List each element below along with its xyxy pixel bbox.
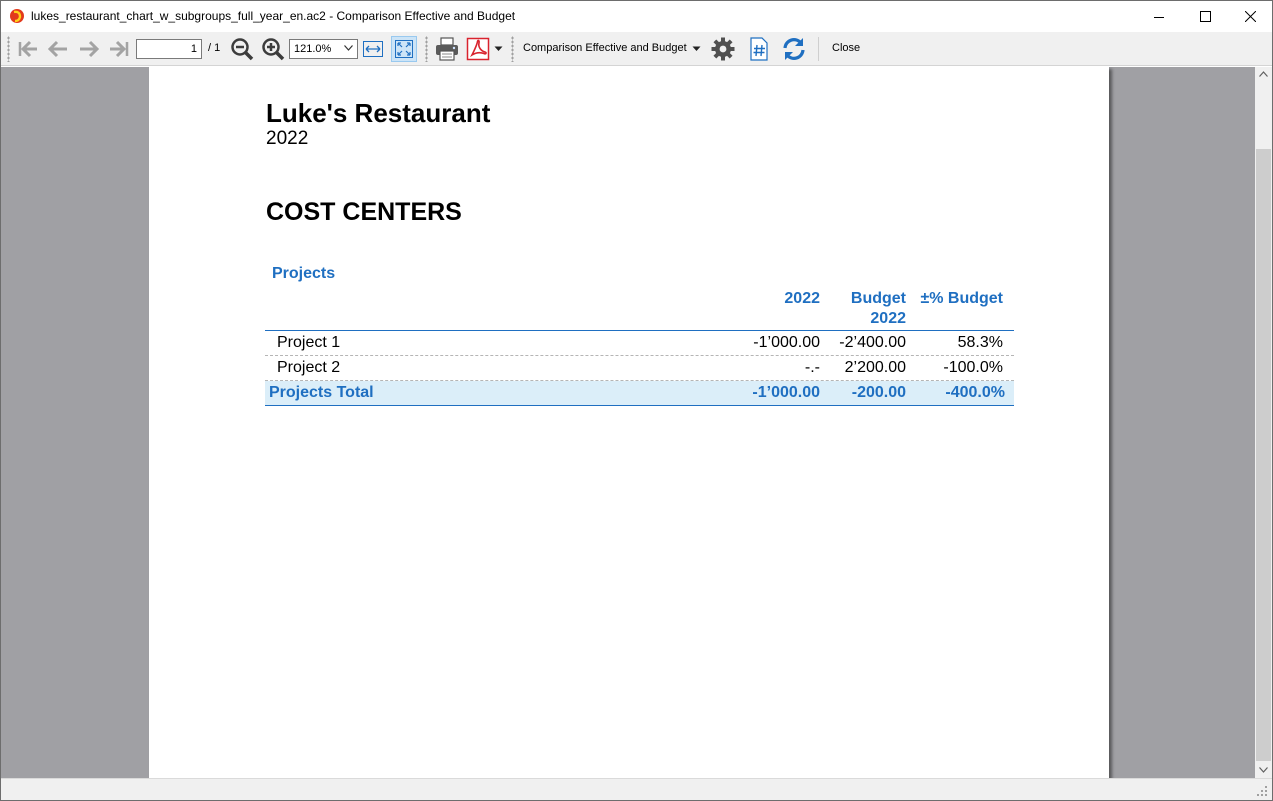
close-icon <box>1244 11 1256 22</box>
report-preview-window: lukes_restaurant_chart_w_subgroups_full_… <box>0 0 1273 801</box>
section-title: COST CENTERS <box>266 198 462 226</box>
total-row: Projects Total -1’000.00 -200.00 -400.0% <box>265 381 1014 406</box>
page-total-label: / 1 <box>208 42 221 54</box>
vertical-scrollbar[interactable] <box>1255 67 1272 778</box>
banana-logo-icon <box>10 9 24 23</box>
fit-width-button[interactable] <box>361 37 385 61</box>
total-value-pct: -400.0% <box>945 384 1005 401</box>
report-type-dropdown-arrow[interactable] <box>691 44 701 54</box>
fit-page-button[interactable] <box>391 36 417 62</box>
next-page-button[interactable] <box>76 36 102 62</box>
zoom-out-button[interactable] <box>229 36 255 62</box>
table-row: Project 2 -.- 2’200.00 -100.0% <box>265 356 1014 381</box>
close-window-button[interactable] <box>1227 1 1273 32</box>
zoom-level-value: 121.0% <box>294 43 332 55</box>
caret-down-icon <box>692 46 700 51</box>
print-button[interactable] <box>433 36 461 62</box>
group-title: Projects <box>272 265 336 282</box>
status-bar <box>1 778 1272 800</box>
column-header-2022: 2022 <box>784 290 820 307</box>
last-page-button[interactable] <box>106 36 132 62</box>
row-value-pct: 58.3% <box>957 334 1003 351</box>
toolbar-separator <box>818 37 819 61</box>
export-pdf-button[interactable] <box>465 36 491 62</box>
maximize-button[interactable] <box>1182 1 1228 32</box>
zoom-out-icon <box>231 38 254 61</box>
page-numbering-button[interactable] <box>746 36 772 62</box>
minimize-icon <box>1154 16 1164 18</box>
arrow-right-icon <box>80 40 100 58</box>
total-value-2022: -1’000.00 <box>752 384 820 401</box>
scroll-up-icon[interactable] <box>1259 71 1268 77</box>
minimize-button[interactable] <box>1136 1 1182 32</box>
maximize-icon <box>1199 11 1211 22</box>
report-type-dropdown[interactable]: Comparison Effective and Budget <box>523 42 687 54</box>
report-page: Luke's Restaurant 2022 COST CENTERS Proj… <box>149 67 1109 778</box>
page-number-input[interactable]: 1 <box>136 39 202 59</box>
row-value-pct: -100.0% <box>943 359 1003 376</box>
previous-page-button[interactable] <box>45 36 71 62</box>
settings-button[interactable] <box>709 36 737 62</box>
refresh-icon <box>783 38 805 60</box>
toolbar-grip[interactable] <box>425 36 428 62</box>
printer-icon <box>436 37 458 61</box>
row-value-budget: 2’200.00 <box>844 359 906 376</box>
table-row: Project 1 -1’000.00 -2’400.00 58.3% <box>265 331 1014 356</box>
title-bar: lukes_restaurant_chart_w_subgroups_full_… <box>1 1 1272 32</box>
report-year: 2022 <box>266 128 309 149</box>
print-preview-area[interactable]: Luke's Restaurant 2022 COST CENTERS Proj… <box>1 67 1255 778</box>
export-dropdown-button[interactable] <box>493 44 503 54</box>
page-number-icon <box>750 37 768 61</box>
fit-width-icon <box>363 41 383 57</box>
scroll-down-icon[interactable] <box>1259 767 1268 773</box>
first-page-button[interactable] <box>15 36 41 62</box>
row-value-2022: -.- <box>804 359 820 376</box>
toolbar-grip[interactable] <box>7 36 10 62</box>
toolbar-grip[interactable] <box>511 36 514 62</box>
row-value-2022: -1’000.00 <box>753 334 820 351</box>
toolbar: 1 / 1 121.0% Comparison Effective and Bu… <box>1 32 1272 66</box>
chevron-down-icon <box>344 45 353 51</box>
scrollbar-thumb[interactable] <box>1256 149 1271 761</box>
zoom-level-select[interactable]: 121.0% <box>289 39 358 59</box>
zoom-in-icon <box>262 38 285 61</box>
total-value-budget: -200.00 <box>851 384 906 401</box>
fit-page-icon <box>395 40 413 58</box>
row-label: Project 1 <box>277 334 341 351</box>
first-page-icon <box>18 40 37 58</box>
close-preview-button[interactable]: Close <box>832 42 860 54</box>
column-header-pct-budget: ±% Budget <box>920 290 1003 307</box>
row-value-budget: -2’400.00 <box>839 334 906 351</box>
pdf-icon <box>466 37 490 61</box>
column-header-budget-year: 2022 <box>870 310 906 327</box>
zoom-in-button[interactable] <box>260 36 286 62</box>
total-label: Projects Total <box>269 384 374 401</box>
company-name: Luke's Restaurant <box>266 98 491 128</box>
caret-down-icon <box>494 46 502 51</box>
column-header-budget: Budget <box>850 290 906 307</box>
last-page-icon <box>110 40 129 58</box>
gear-icon <box>711 37 735 61</box>
row-label: Project 2 <box>277 359 341 376</box>
resize-grip-icon[interactable] <box>1256 785 1268 797</box>
window-title: lukes_restaurant_chart_w_subgroups_full_… <box>31 9 516 23</box>
report-type-label: Comparison Effective and Budget <box>523 42 687 54</box>
arrow-left-icon <box>47 40 67 58</box>
refresh-button[interactable] <box>780 36 808 62</box>
